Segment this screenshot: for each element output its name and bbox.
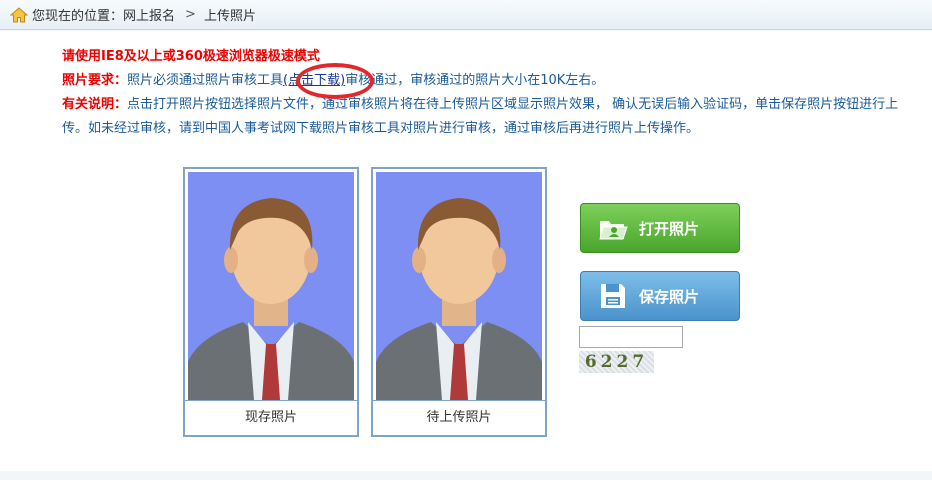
save-photo-label: 保存照片	[639, 287, 700, 306]
open-photo-label: 打开照片	[639, 219, 700, 238]
main-panel: 请使用IE8及以上或360极速浏览器极速模式 照片要求：照片必须通过照片审核工具…	[0, 31, 932, 471]
pending-photo	[376, 172, 542, 400]
breadcrumb-parent-link[interactable]: 网上报名	[123, 5, 175, 24]
breadcrumb-bar: 您现在的位置： 网上报名 > 上传照片	[0, 0, 932, 30]
instructions-label: 有关说明：	[62, 97, 128, 112]
save-floppy-icon	[601, 284, 625, 308]
person-placeholder-icon	[376, 198, 542, 400]
instructions-text: 点击打开照片按钮选择照片文件，通过审核照片将在待上传照片区域显示照片效果， 确认…	[62, 97, 899, 136]
person-placeholder-icon	[188, 198, 354, 400]
save-photo-button[interactable]: 保存照片	[580, 271, 740, 321]
requirement-label: 照片要求：	[62, 73, 128, 88]
breadcrumb-separator: >	[185, 7, 196, 22]
requirement-text-after: 审核通过，审核通过的照片大小在10K左右。	[345, 73, 605, 88]
requirement-text-before: 照片必须通过照片审核工具	[127, 73, 284, 88]
photo-requirement: 照片要求：照片必须通过照片审核工具(点击下载)审核通过，审核通过的照片大小在10…	[62, 69, 922, 93]
breadcrumb-current: 上传照片	[203, 9, 256, 24]
download-tool-link[interactable]: (点击下载)	[283, 73, 345, 88]
current-photo	[188, 172, 354, 400]
current-photo-box: 现存照片	[183, 167, 359, 437]
pending-photo-box: 待上传照片	[371, 167, 547, 437]
notice-block: 请使用IE8及以上或360极速浏览器极速模式 照片要求：照片必须通过照片审核工具…	[62, 45, 922, 141]
browser-tip: 请使用IE8及以上或360极速浏览器极速模式	[62, 49, 320, 64]
home-icon	[10, 6, 28, 22]
pending-photo-caption: 待上传照片	[373, 400, 545, 435]
captcha-image[interactable]: 6227	[579, 351, 654, 373]
breadcrumb-prefix: 您现在的位置：	[32, 9, 124, 24]
instructions: 有关说明：点击打开照片按钮选择照片文件，通过审核照片将在待上传照片区域显示照片效…	[62, 93, 922, 141]
current-photo-caption: 现存照片	[185, 400, 357, 435]
captcha-input[interactable]	[579, 326, 683, 348]
open-photo-button[interactable]: 打开照片	[580, 203, 740, 253]
open-folder-icon	[599, 221, 628, 240]
